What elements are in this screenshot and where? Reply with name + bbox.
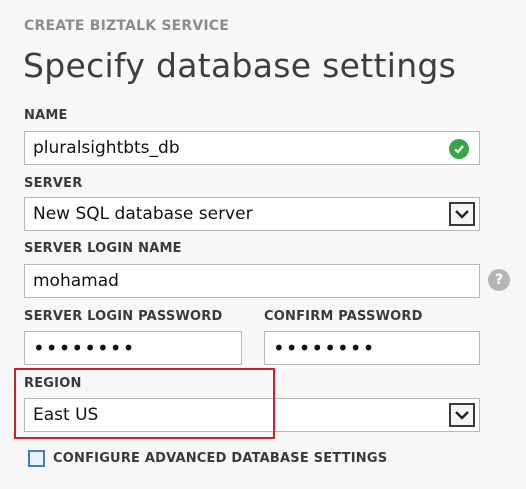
wizard-section-label: CREATE BIZTALK SERVICE (24, 18, 230, 34)
name-value: pluralsightbts_db (33, 138, 180, 158)
server-value: New SQL database server (33, 204, 253, 224)
password-field[interactable]: •••••••• (24, 331, 242, 365)
password-label: SERVER LOGIN PASSWORD (24, 309, 223, 324)
login-field[interactable]: mohamad (24, 264, 480, 298)
page-title: Specify database settings (23, 46, 457, 85)
chevron-down-icon[interactable] (449, 202, 475, 226)
server-label: SERVER (24, 176, 83, 191)
confirm-password-field[interactable]: •••••••• (264, 331, 480, 365)
name-label: NAME (24, 108, 68, 123)
confirm-label: CONFIRM PASSWORD (264, 309, 423, 324)
name-field[interactable]: pluralsightbts_db (24, 131, 480, 165)
region-highlight-box (14, 368, 275, 439)
login-label: SERVER LOGIN NAME (24, 241, 182, 256)
advanced-settings-checkbox[interactable] (28, 450, 45, 467)
login-value: mohamad (33, 271, 119, 291)
confirm-value: •••••••• (273, 336, 376, 360)
check-circle-icon (449, 139, 469, 159)
advanced-settings-label[interactable]: CONFIGURE ADVANCED DATABASE SETTINGS (53, 451, 387, 466)
server-select[interactable]: New SQL database server (24, 197, 480, 231)
question-circle-icon[interactable]: ? (488, 269, 510, 291)
password-value: •••••••• (33, 336, 136, 360)
chevron-down-icon[interactable] (449, 403, 475, 427)
